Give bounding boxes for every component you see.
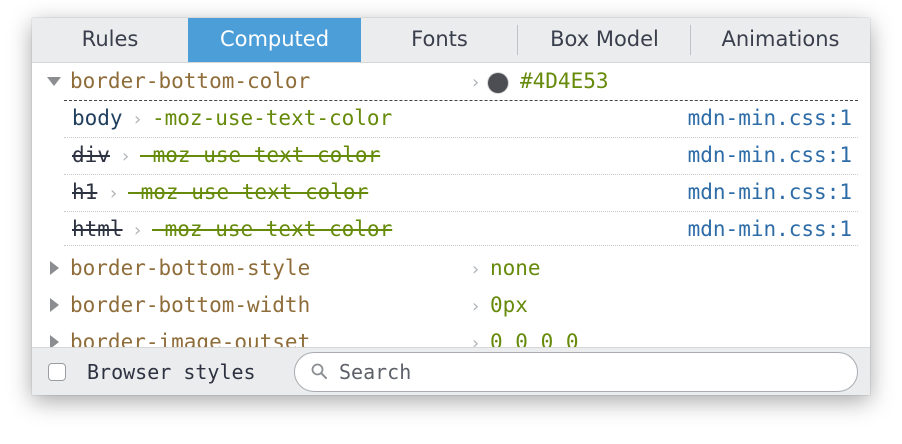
chevron-right-icon: › [472,72,480,93]
tab-fonts[interactable]: Fonts [361,18,518,62]
matched-rule-row: html › -moz-use-text-color mdn-min.css:1 [64,212,858,249]
rule-selector: html [72,217,123,241]
rule-value: -moz-use-text-color [128,180,369,204]
expand-twisty-icon[interactable] [50,261,59,275]
rule-selector: h1 [72,180,98,204]
chevron-right-icon: › [134,109,142,130]
rule-source-link[interactable]: mdn-min.css:1 [688,217,852,241]
search-input[interactable] [339,359,839,385]
rule-selector: body [72,106,123,130]
matched-rule-row: h1 › -moz-use-text-color mdn-min.css:1 [64,175,858,212]
browser-styles-label[interactable]: Browser styles [87,360,256,384]
property-value: #4D4E53 [520,69,609,93]
browser-styles-checkbox[interactable] [48,363,66,381]
computed-view-panel: Rules Computed Fonts Box Model Animation… [32,18,870,395]
search-box[interactable] [294,352,858,392]
search-icon [311,363,327,379]
tab-box-model[interactable]: Box Model [518,18,691,62]
rule-source-link[interactable]: mdn-min.css:1 [688,180,852,204]
tab-fonts-label: Fonts [411,27,468,51]
property-value: 0px [490,293,528,317]
chevron-right-icon: › [472,296,480,317]
tab-computed-label: Computed [219,27,330,51]
chevron-right-icon: › [122,146,130,167]
property-name: border-bottom-color [70,69,311,93]
rule-value: -moz-use-text-color [140,143,381,167]
matched-selectors-list: body › -moz-use-text-color mdn-min.css:1… [64,100,858,246]
property-value: none [490,256,541,280]
tab-bar: Rules Computed Fonts Box Model Animation… [32,18,870,63]
tab-box-model-label: Box Model [550,27,659,51]
expand-twisty-icon[interactable] [47,77,61,86]
chevron-right-icon: › [134,220,142,241]
expand-twisty-icon[interactable] [50,298,59,312]
tab-animations-label: Animations [721,27,840,51]
property-row[interactable]: border-bottom-width › 0px [32,288,870,325]
tab-rules-label: Rules [81,27,139,51]
rule-source-link[interactable]: mdn-min.css:1 [688,106,852,130]
tab-computed[interactable]: Computed [188,18,361,62]
tab-animations[interactable]: Animations [691,18,870,62]
matched-rule-row: body › -moz-use-text-color mdn-min.css:1 [64,101,858,138]
property-row[interactable]: border-bottom-style › none [32,251,870,288]
chevron-right-icon: › [472,259,480,280]
property-row-expanded[interactable]: border-bottom-color › #4D4E53 [32,64,870,101]
rule-value: -moz-use-text-color [152,217,393,241]
filter-bar: Browser styles [32,347,870,395]
property-name: border-bottom-width [70,293,311,317]
rule-source-link[interactable]: mdn-min.css:1 [688,143,852,167]
rule-value: -moz-use-text-color [152,106,393,130]
chevron-right-icon: › [110,183,118,204]
tab-rules[interactable]: Rules [32,18,188,62]
color-swatch-icon[interactable] [488,73,508,93]
rule-selector: div [72,143,110,167]
property-name: border-bottom-style [70,256,311,280]
matched-rule-row: div › -moz-use-text-color mdn-min.css:1 [64,138,858,175]
